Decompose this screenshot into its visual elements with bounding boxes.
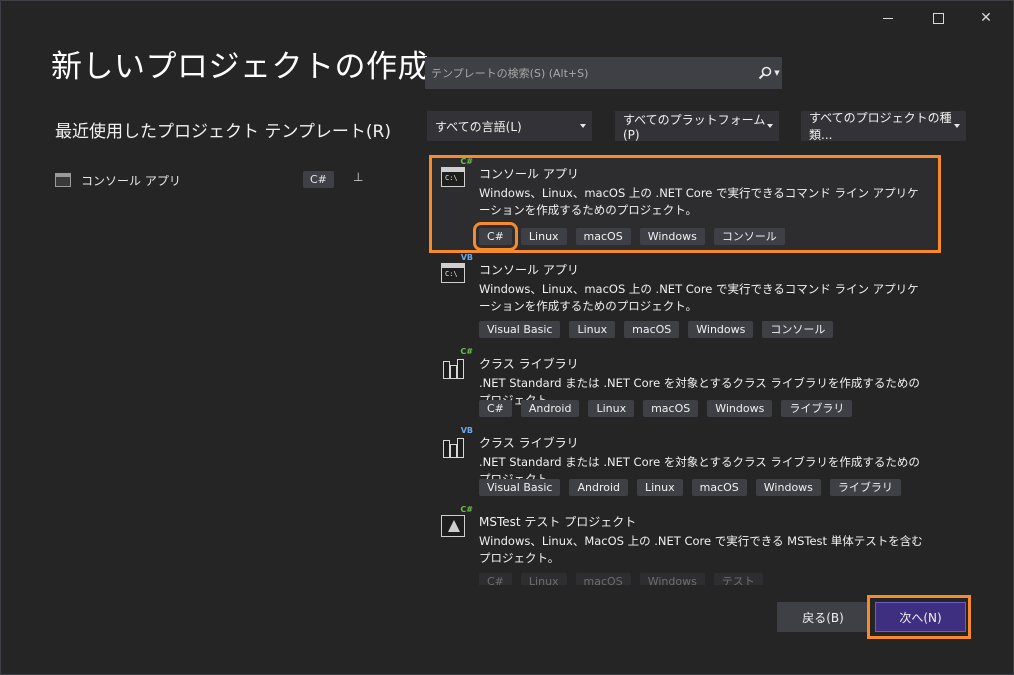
language-filter-dropdown[interactable]: すべての言語(L)	[427, 111, 592, 141]
template-name: クラス ライブラリ	[479, 436, 579, 450]
pin-icon[interactable]: ⊥	[353, 170, 363, 184]
template-item-console-app-vb[interactable]: C:\ VB コンソール アプリ Windows、Linux、macOS 上の …	[427, 249, 947, 339]
chevron-down-icon	[767, 124, 773, 128]
tag: Windows	[639, 228, 705, 245]
recent-templates-heading: 最近使用したプロジェクト テンプレート(R)	[55, 122, 391, 142]
tag: macOS	[575, 573, 631, 585]
vb-badge-icon: VB	[460, 253, 473, 262]
console-app-icon: C:\ VB	[441, 253, 473, 287]
project-type-filter-value: すべてのプロジェクトの種類...	[809, 111, 952, 142]
tag: Visual Basic	[479, 479, 561, 496]
template-item-mstest-cs[interactable]: C# MSTest テスト プロジェクト Windows、Linux、MacOS…	[427, 501, 947, 585]
chevron-down-icon	[954, 124, 960, 128]
platform-filter-dropdown[interactable]: すべてのプラットフォーム(P)	[615, 111, 779, 142]
tag: Windows	[688, 321, 754, 338]
template-tags: C# Linux macOS Windows コンソール	[473, 222, 785, 251]
new-project-dialog: ✕ 新しいプロジェクトの作成 最近使用したプロジェクト テンプレート(R) コン…	[0, 0, 1014, 675]
template-name: コンソール アプリ	[479, 263, 579, 277]
tag: Linux	[588, 400, 635, 417]
tag: ライブラリ	[829, 479, 901, 496]
template-search-input[interactable]	[425, 65, 756, 81]
tag: Linux	[637, 479, 683, 496]
tag: macOS	[643, 400, 699, 417]
csharp-badge-icon: C#	[460, 157, 473, 166]
console-app-icon: C:\ C#	[441, 157, 473, 191]
recent-template-name: コンソール アプリ	[81, 173, 181, 188]
console-app-icon	[55, 173, 71, 187]
template-tags: Visual Basic Linux macOS Windows コンソール	[479, 321, 834, 338]
tag: コンソール	[762, 321, 834, 338]
tag: C#	[473, 222, 518, 251]
tag: コンソール	[713, 228, 785, 245]
template-name: クラス ライブラリ	[479, 357, 579, 371]
maximize-button[interactable]	[915, 1, 961, 35]
template-search-box[interactable]: ▼	[425, 57, 782, 89]
next-button[interactable]: 次へ(N)	[875, 602, 966, 632]
page-title: 新しいプロジェクトの作成	[51, 49, 429, 85]
tag: macOS	[575, 228, 631, 245]
template-item-class-library-vb[interactable]: VB クラス ライブラリ .NET Standard または .NET Core…	[427, 422, 947, 498]
minimize-button[interactable]	[865, 1, 911, 35]
tag: macOS	[691, 479, 747, 496]
template-description: Windows、Linux、macOS 上の .NET Core で実行できるコ…	[479, 282, 919, 313]
template-name: MSTest テスト プロジェクト	[479, 515, 637, 529]
tag: Android	[569, 479, 628, 496]
chevron-down-icon	[580, 124, 586, 128]
minimize-icon	[883, 17, 893, 19]
class-library-icon: VB	[441, 426, 473, 460]
template-tags: C# Android Linux macOS Windows ライブラリ	[479, 400, 853, 417]
test-project-icon: C#	[441, 505, 473, 539]
tag: ライブラリ	[781, 400, 853, 417]
csharp-badge-icon: C#	[460, 347, 473, 356]
template-item-console-app-cs[interactable]: C:\ C# コンソール アプリ Windows、Linux、macOS 上の …	[427, 153, 947, 255]
search-icon[interactable]: ▼	[756, 66, 782, 80]
language-filter-value: すべての言語(L)	[435, 119, 522, 134]
tag: テスト	[713, 573, 763, 585]
recent-template-lang-badge: C#	[303, 171, 334, 188]
vb-badge-icon: VB	[460, 426, 473, 435]
tag: Linux	[520, 573, 567, 585]
tag: Android	[520, 400, 580, 417]
tag: Visual Basic	[479, 321, 561, 338]
close-icon: ✕	[980, 10, 992, 26]
tag: Windows	[755, 479, 821, 496]
recent-template-item[interactable]: コンソール アプリ C# ⊥	[55, 169, 375, 191]
template-item-class-library-cs[interactable]: C# クラス ライブラリ .NET Standard または .NET Core…	[427, 343, 947, 419]
class-library-icon: C#	[441, 347, 473, 381]
template-description: Windows、Linux、MacOS 上の .NET Core で実行できる …	[479, 534, 923, 565]
template-tags: Visual Basic Android Linux macOS Windows…	[479, 479, 901, 496]
tag: Linux	[569, 321, 616, 338]
maximize-icon	[932, 12, 944, 24]
tag: Windows	[707, 400, 773, 417]
template-tags: C# Linux macOS Windows テスト	[479, 573, 763, 585]
chevron-down-icon: ▼	[774, 69, 780, 77]
tag: C#	[479, 400, 512, 417]
tag: Linux	[520, 228, 567, 245]
tag: Windows	[639, 573, 705, 585]
close-button[interactable]: ✕	[963, 1, 1009, 35]
template-list[interactable]: C:\ C# コンソール アプリ Windows、Linux、macOS 上の …	[427, 153, 947, 585]
template-name: コンソール アプリ	[479, 167, 579, 181]
tag: C#	[479, 573, 512, 585]
back-button[interactable]: 戻る(B)	[777, 602, 869, 632]
template-description: Windows、Linux、macOS 上の .NET Core で実行できるコ…	[479, 186, 919, 217]
csharp-badge-icon: C#	[460, 505, 473, 514]
platform-filter-value: すべてのプラットフォーム(P)	[623, 112, 766, 142]
tag: macOS	[624, 321, 680, 338]
project-type-filter-dropdown[interactable]: すべてのプロジェクトの種類...	[801, 111, 966, 142]
